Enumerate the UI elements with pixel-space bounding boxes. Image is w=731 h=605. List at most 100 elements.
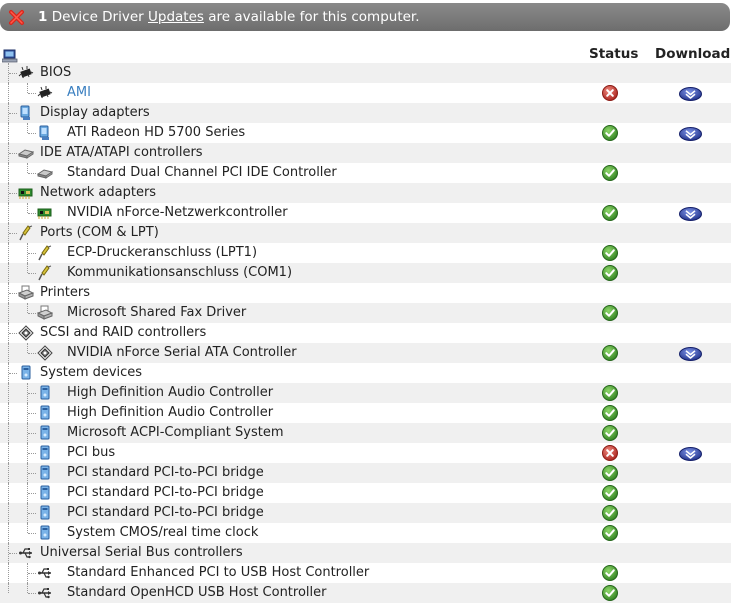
download-button-icon[interactable] [679, 446, 702, 461]
device-label: PCI standard PCI-to-PCI bridge [67, 505, 264, 520]
download-button-icon[interactable] [679, 206, 702, 221]
device-label: IDE ATA/ATAPI controllers [40, 145, 203, 160]
tree-device-row[interactable]: ECP-Druckeranschluss (LPT1) [0, 243, 731, 263]
device-label: Display adapters [40, 105, 150, 120]
banner-text-pre: Device Driver [51, 9, 144, 25]
tree-device-row[interactable]: Standard OpenHCD USB Host Controller [0, 583, 731, 603]
printer-icon [37, 305, 53, 320]
download-button-icon[interactable] [679, 346, 702, 361]
update-banner: 1 Device Driver Updates are available fo… [0, 3, 730, 31]
status-ok-icon [602, 405, 618, 421]
device-label: PCI standard PCI-to-PCI bridge [67, 485, 264, 500]
device-label: Printers [40, 285, 91, 300]
port-icon [38, 265, 52, 281]
status-ok-icon [602, 585, 618, 601]
tree-category-row[interactable]: System devices [0, 363, 731, 383]
download-button-icon[interactable] [679, 86, 702, 101]
status-ok-icon [602, 205, 618, 221]
tree-device-row[interactable]: High Definition Audio Controller [0, 383, 731, 403]
tree-category-row[interactable]: Display adapters [0, 103, 731, 123]
tree-connector [27, 163, 28, 173]
tree-connector [28, 393, 36, 394]
tree-connector [8, 123, 9, 143]
system-device-icon [40, 445, 50, 460]
tree-device-row[interactable]: Microsoft Shared Fax Driver [0, 303, 731, 323]
tree-category-row[interactable]: BIOS [0, 63, 731, 83]
close-x-icon[interactable] [8, 9, 25, 26]
banner-text-post: are available for this computer. [208, 9, 420, 25]
status-ok-icon [602, 305, 618, 321]
tree-connector [8, 263, 9, 283]
tree-connector [27, 123, 28, 133]
tree-connector [8, 203, 9, 223]
tree-connector [27, 523, 28, 533]
tree-connector [28, 473, 36, 474]
tree-device-row[interactable]: PCI standard PCI-to-PCI bridge [0, 503, 731, 523]
system-device-icon [40, 405, 50, 420]
tree-connector [9, 293, 17, 294]
tree-category-row[interactable]: SCSI and RAID controllers [0, 323, 731, 343]
tree-device-row[interactable]: PCI standard PCI-to-PCI bridge [0, 483, 731, 503]
system-device-icon [40, 485, 50, 500]
chip-icon [18, 66, 34, 79]
port-icon [38, 245, 52, 261]
tree-connector [28, 593, 36, 594]
device-label: SCSI and RAID controllers [40, 325, 207, 340]
device-label: PCI bus [67, 445, 116, 460]
tree-connector [9, 233, 17, 234]
status-ok-icon [602, 505, 618, 521]
tree-connector [9, 333, 17, 334]
computer-icon [2, 49, 18, 63]
tree-device-row[interactable]: PCI bus [0, 443, 731, 463]
tree-device-row[interactable]: System CMOS/real time clock [0, 523, 731, 543]
device-label: Network adapters [40, 185, 157, 200]
download-button-icon[interactable] [679, 126, 702, 141]
tree-connector [9, 553, 17, 554]
status-ok-icon [602, 265, 618, 281]
status-ok-icon [602, 345, 618, 361]
device-label: BIOS [40, 65, 72, 80]
tree-device-row[interactable]: ATI Radeon HD 5700 Series [0, 123, 731, 143]
tree-connector [8, 303, 9, 323]
tree-connector [28, 493, 36, 494]
tree-device-row[interactable]: Kommunikationsanschluss (COM1) [0, 263, 731, 283]
tree-connector [8, 383, 9, 403]
tree-connector [8, 583, 9, 593]
system-device-icon [21, 365, 31, 380]
tree-category-row[interactable]: Network adapters [0, 183, 731, 203]
device-label: Universal Serial Bus controllers [40, 545, 243, 560]
tree-connector [9, 113, 17, 114]
tree-device-row[interactable]: NVIDIA nForce-Netzwerkcontroller [0, 203, 731, 223]
device-label: System CMOS/real time clock [67, 525, 259, 540]
tree-device-row[interactable]: PCI standard PCI-to-PCI bridge [0, 463, 731, 483]
tree-device-row[interactable]: NVIDIA nForce Serial ATA Controller [0, 343, 731, 363]
scsi-icon [18, 325, 34, 341]
tree-category-row[interactable]: Ports (COM & LPT) [0, 223, 731, 243]
tree-device-row[interactable]: AMI [0, 83, 731, 103]
tree-category-row[interactable]: IDE ATA/ATAPI controllers [0, 143, 731, 163]
tree-connector [28, 213, 36, 214]
system-device-icon [40, 465, 50, 480]
scsi-icon [37, 345, 53, 361]
usb-icon [38, 588, 51, 599]
device-tree: BIOS AMI Display adapters ATI Radeon HD 570… [0, 63, 731, 603]
port-icon [19, 225, 33, 241]
tree-connector [28, 513, 36, 514]
tree-device-row[interactable]: High Definition Audio Controller [0, 403, 731, 423]
device-label: System devices [40, 365, 143, 380]
tree-connector [8, 463, 9, 483]
tree-connector [28, 253, 36, 254]
tree-device-row[interactable]: Standard Enhanced PCI to USB Host Contro… [0, 563, 731, 583]
tree-device-row[interactable]: Microsoft ACPI-Compliant System [0, 423, 731, 443]
device-label: ATI Radeon HD 5700 Series [67, 125, 246, 140]
status-error-icon [602, 85, 618, 101]
device-label[interactable]: AMI [67, 83, 91, 103]
tree-category-row[interactable]: Universal Serial Bus controllers [0, 543, 731, 563]
device-label: PCI standard PCI-to-PCI bridge [67, 465, 264, 480]
tree-category-row[interactable]: Printers [0, 283, 731, 303]
system-device-icon [40, 385, 50, 400]
system-device-icon [40, 525, 50, 540]
tree-device-row[interactable]: Standard Dual Channel PCI IDE Controller [0, 163, 731, 183]
updates-link[interactable]: Updates [148, 9, 204, 25]
status-ok-icon [602, 385, 618, 401]
